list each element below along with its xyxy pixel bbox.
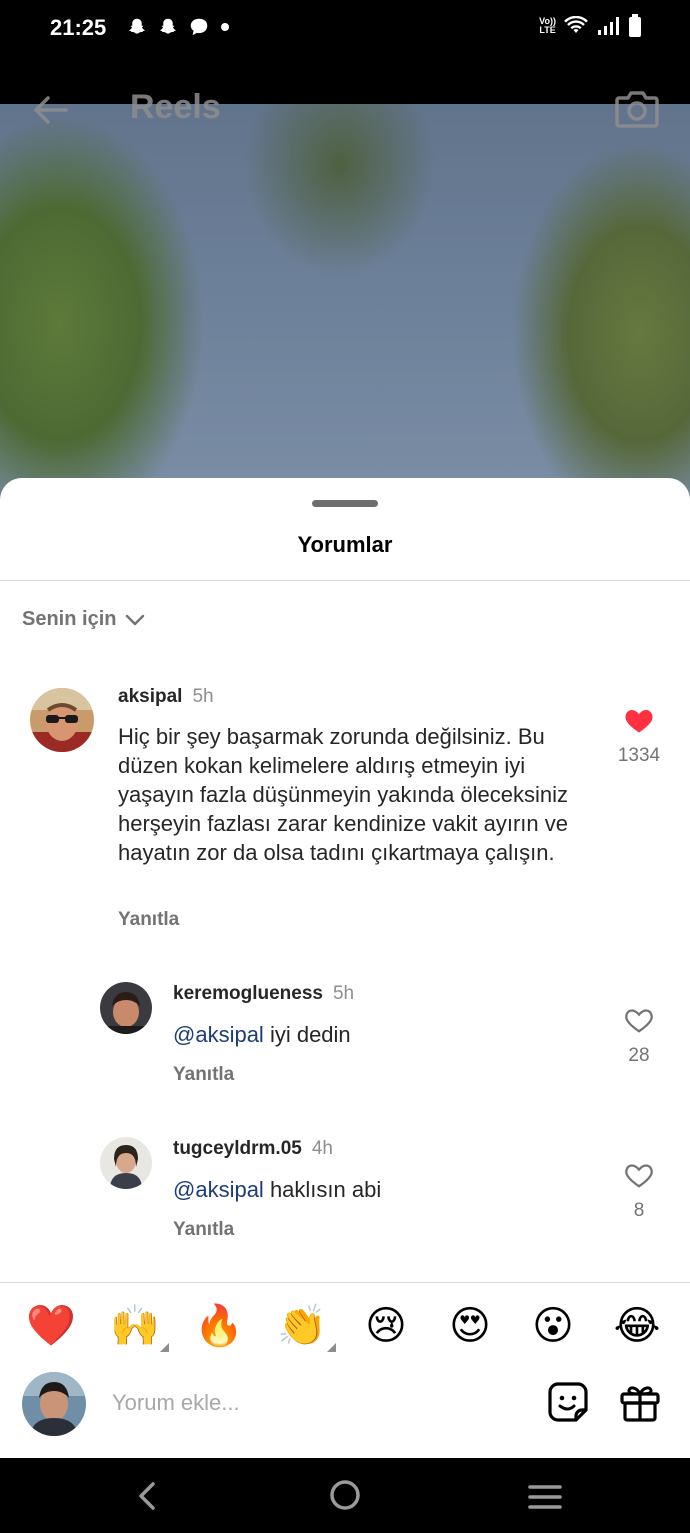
like-control: 8 [609, 1161, 669, 1222]
reply-button[interactable]: Yanıtla [173, 1064, 234, 1086]
comment-item: keremoglueness 5h @aksipal iyi dedin Yanı… [0, 978, 690, 1098]
emoji-crying-button[interactable]: 😢 [358, 1298, 414, 1354]
snapchat-icon [129, 18, 145, 34]
filter-label: Senin için [22, 608, 117, 630]
comment-text: Hiç bir şey başarmak zorunda değilsiniz.… [118, 724, 569, 865]
skin-tone-indicator [160, 1343, 169, 1352]
sheet-drag-handle[interactable] [312, 500, 378, 507]
emoji-glyph: 👏 [277, 1303, 327, 1349]
emoji-glyph: 🙌 [110, 1303, 160, 1349]
gift-icon[interactable] [618, 1380, 662, 1424]
notification-icons [126, 16, 231, 38]
comment-body: haklısın abi [263, 1177, 382, 1202]
nav-menu-icon[interactable] [528, 1484, 562, 1510]
nav-home-icon[interactable] [328, 1478, 362, 1512]
battery-icon [629, 14, 641, 37]
reply-button[interactable]: Yanıtla [173, 1219, 234, 1241]
comment-username[interactable]: keremoglueness [173, 983, 323, 1004]
comment-text: @aksipal haklısın abi [173, 1175, 593, 1204]
skin-tone-indicator [327, 1343, 336, 1352]
comment-composer [0, 1368, 690, 1438]
camera-icon[interactable] [614, 86, 660, 130]
divider [0, 580, 690, 581]
emoji-fire-button[interactable]: 🔥 [191, 1298, 247, 1354]
reel-header: Reels [0, 60, 690, 164]
like-count: 1334 [617, 745, 661, 766]
reply-button[interactable]: Yanıtla [118, 909, 179, 931]
comment-header: tugceyldrm.05 4h [173, 1138, 333, 1160]
like-control: 1334 [609, 706, 669, 767]
mention-link[interactable]: @aksipal [173, 1177, 264, 1202]
divider [0, 1282, 690, 1283]
reel-video[interactable]: Reels [0, 60, 690, 520]
status-right-icons: Vo)) LTE [539, 14, 642, 38]
signal-icon [598, 17, 619, 35]
comment-username[interactable]: aksipal [118, 686, 182, 707]
emoji-surprised-button[interactable]: 😮 [525, 1298, 581, 1354]
emoji-clapping-button[interactable]: 👏 [274, 1298, 336, 1354]
wifi-icon [564, 16, 588, 33]
like-count: 8 [633, 1200, 645, 1221]
comment-item: tugceyldrm.05 4h @aksipal haklısın abi Ya… [0, 1133, 690, 1253]
status-bar: 21:25 Vo)) LTE [0, 0, 690, 60]
comment-input[interactable] [112, 1390, 512, 1416]
emoji-heart-eyes-button[interactable]: 😍 [442, 1298, 498, 1354]
emoji-raising-hands-button[interactable]: 🙌 [107, 1298, 169, 1354]
comment-header: keremoglueness 5h [173, 983, 354, 1005]
emoji-reaction-bar: ❤️ 🙌 🔥 👏 😢 😍 😮 😂 [0, 1298, 690, 1358]
chat-bubble-icon [190, 18, 208, 36]
heart-outline-icon[interactable] [624, 1006, 654, 1034]
comment-item: aksipal 5h Hiç bir şey başarmak zorunda d… [0, 678, 690, 938]
comment-header: aksipal 5h [118, 686, 214, 708]
comment-time: 4h [311, 1138, 333, 1159]
comments-sheet: Yorumlar Senin için aksipal 5h Hiç bir şe… [0, 478, 690, 1458]
lte-label: LTE [539, 25, 556, 35]
comment-body: iyi dedin [263, 1022, 351, 1047]
emoji-heart-button[interactable]: ❤️ [23, 1298, 79, 1354]
reel-frame [0, 104, 690, 520]
sticker-icon[interactable] [546, 1380, 590, 1424]
like-count: 28 [628, 1045, 650, 1066]
comment-username[interactable]: tugceyldrm.05 [173, 1138, 302, 1159]
emoji-laughing-button[interactable]: 😂 [609, 1298, 665, 1354]
comment-time: 5h [192, 686, 214, 707]
volte-indicator: Vo)) LTE [539, 17, 556, 35]
avatar[interactable] [100, 982, 152, 1034]
heart-filled-icon[interactable] [624, 706, 654, 734]
status-time: 21:25 [50, 15, 107, 40]
like-control: 28 [609, 1006, 669, 1067]
reels-title: Reels [130, 88, 221, 126]
snapchat-icon [160, 18, 176, 34]
avatar[interactable] [100, 1137, 152, 1189]
own-avatar [22, 1372, 86, 1436]
mention-link[interactable]: @aksipal [173, 1022, 264, 1047]
sheet-title: Yorumlar [297, 532, 393, 557]
dot-icon [221, 23, 229, 31]
chevron-down-icon [126, 614, 145, 625]
back-arrow-icon[interactable] [30, 90, 70, 130]
heart-outline-icon[interactable] [624, 1161, 654, 1189]
nav-back-icon[interactable] [133, 1480, 161, 1512]
comment-text: @aksipal iyi dedin [173, 1020, 593, 1049]
system-navigation-bar [0, 1458, 690, 1533]
comment-filter-dropdown[interactable]: Senin için [22, 608, 146, 631]
comment-time: 5h [332, 983, 355, 1004]
avatar[interactable] [30, 688, 94, 752]
